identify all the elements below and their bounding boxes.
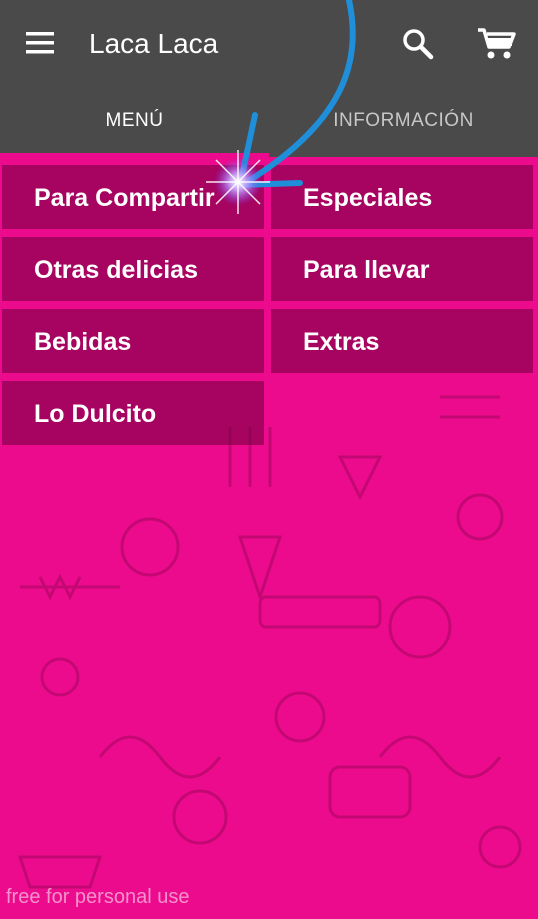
tab-menu[interactable]: MENÚ	[0, 92, 269, 150]
menu-button[interactable]	[22, 26, 58, 60]
category-para-compartir[interactable]: Para Compartir	[2, 165, 264, 229]
category-lo-dulcito[interactable]: Lo Dulcito	[2, 381, 264, 445]
menu-icon	[26, 32, 54, 54]
search-icon	[403, 29, 434, 60]
category-bebidas[interactable]: Bebidas	[2, 309, 264, 373]
search-button[interactable]	[398, 24, 438, 64]
app-title: Laca Laca	[89, 28, 219, 59]
cart-button[interactable]	[474, 22, 518, 66]
watermark: free for personal use	[6, 886, 190, 908]
category-especiales[interactable]: Especiales	[271, 165, 533, 229]
tab-informacion[interactable]: INFORMACIÓN	[269, 92, 538, 150]
category-para-llevar[interactable]: Para llevar	[271, 237, 533, 301]
tab-indicator	[0, 153, 269, 157]
category-extras[interactable]: Extras	[271, 309, 533, 373]
category-otras-delicias[interactable]: Otras delicias	[2, 237, 264, 301]
cart-icon	[478, 28, 516, 59]
app-bar: Laca Laca MENÚ INFORMACIÓN	[0, 0, 538, 157]
tab-bar: MENÚ INFORMACIÓN	[0, 92, 538, 157]
